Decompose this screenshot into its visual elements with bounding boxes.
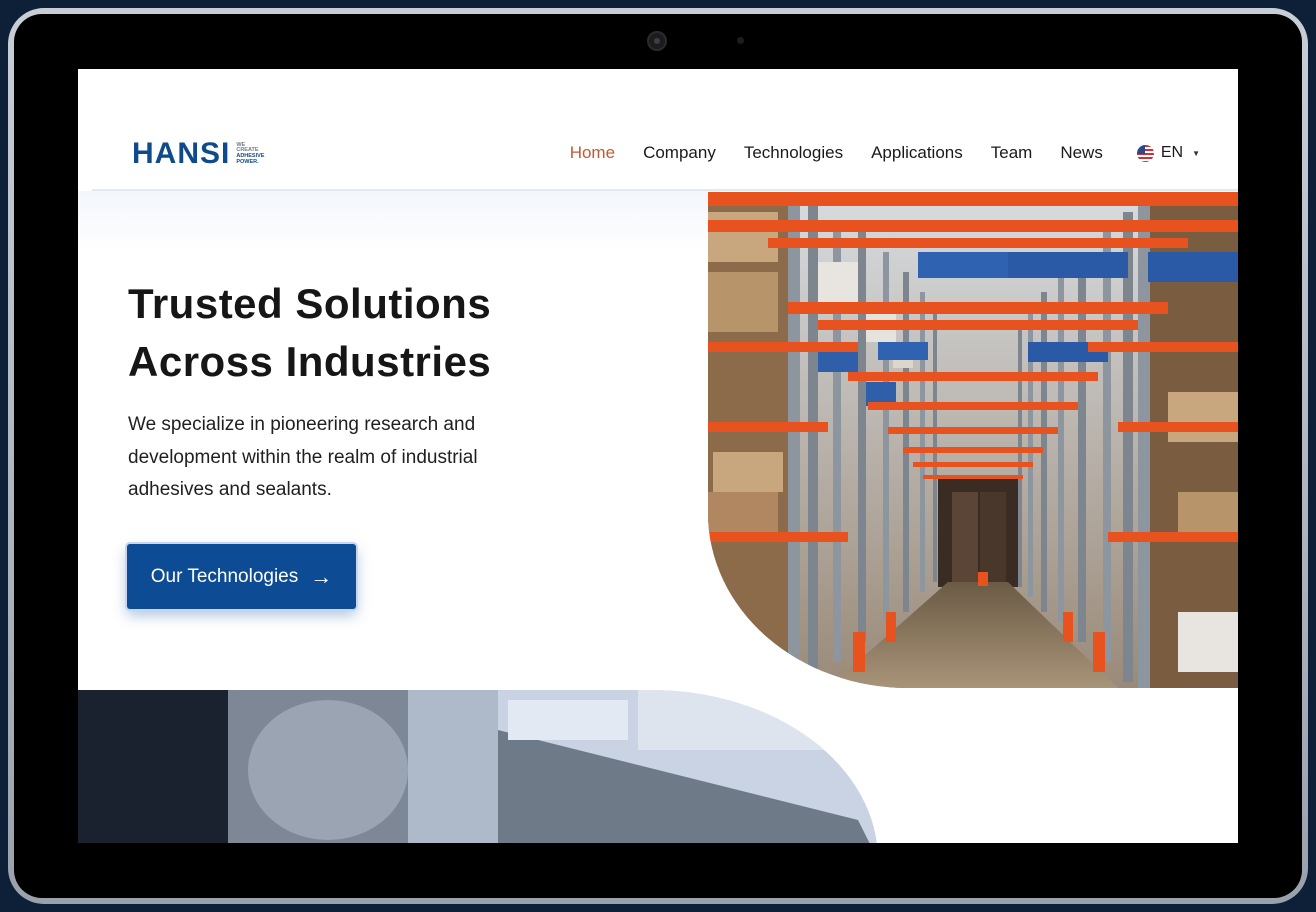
- cta-label: Our Technologies: [150, 565, 299, 587]
- warehouse-image: [708, 192, 1238, 688]
- hero-description: We specialize in pioneering research and…: [128, 409, 548, 507]
- hero-title-line: Across Industries: [128, 338, 492, 385]
- hero-title-line: Trusted Solutions: [128, 280, 492, 327]
- sensor-icon: [737, 37, 744, 44]
- arrow-right-icon: →: [310, 563, 333, 589]
- website-screen: HANSI WE CREATE ADHESIVE POWER. Home Com…: [78, 69, 1238, 843]
- our-technologies-button[interactable]: Our Technologies →: [127, 544, 356, 609]
- hero-description-line: We specialize in pioneering research and: [128, 414, 476, 435]
- hero-title: Trusted Solutions Across Industries: [128, 275, 598, 391]
- main-nav: Home Company Technologies Applications T…: [570, 142, 1200, 164]
- logo-tagline-line: POWER.: [236, 158, 259, 165]
- hero-description-line: development within the realm of industri…: [128, 446, 478, 468]
- nav-item-applications[interactable]: Applications: [871, 142, 963, 164]
- camera-icon: [647, 31, 667, 51]
- language-label: EN: [1160, 144, 1184, 161]
- hero-description-line: adhesives and sealants.: [128, 479, 332, 500]
- nav-item-team[interactable]: Team: [991, 142, 1033, 164]
- logo-wordmark: HANSI: [132, 137, 231, 170]
- site-header: HANSI WE CREATE ADHESIVE POWER. Home Com…: [78, 69, 1238, 191]
- nav-item-news[interactable]: News: [1060, 142, 1103, 164]
- lab-image: [78, 690, 878, 843]
- caret-down-icon: ▼: [1192, 148, 1200, 158]
- us-flag-icon: [1136, 144, 1154, 162]
- logo-tagline: WE CREATE ADHESIVE POWER.: [236, 142, 264, 165]
- hansi-logo[interactable]: HANSI WE CREATE ADHESIVE POWER.: [132, 139, 264, 169]
- nav-item-company[interactable]: Company: [643, 142, 716, 164]
- language-selector[interactable]: EN ▼: [1136, 144, 1200, 162]
- nav-item-technologies[interactable]: Technologies: [744, 142, 843, 164]
- nav-item-home[interactable]: Home: [570, 142, 615, 164]
